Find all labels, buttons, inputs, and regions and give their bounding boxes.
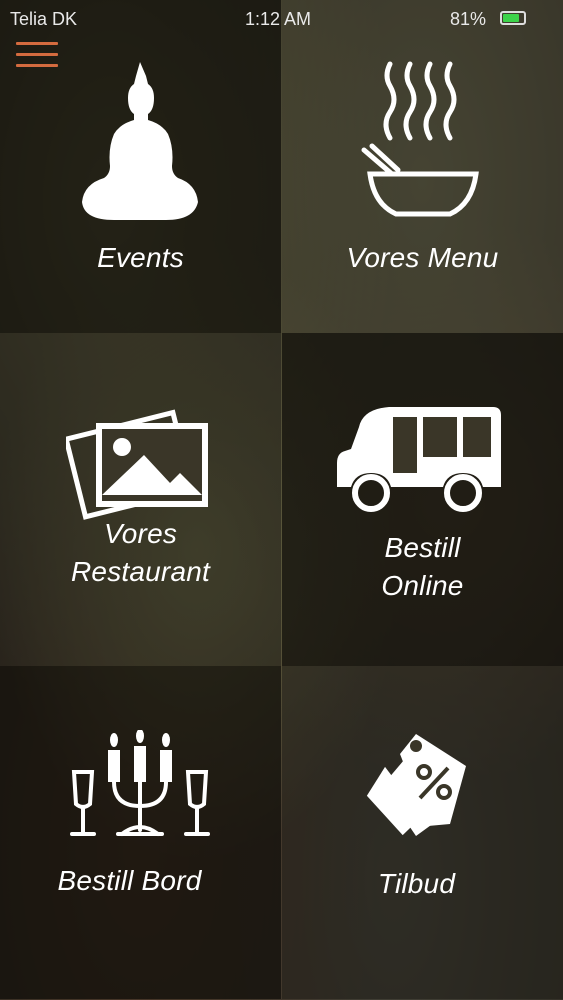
tile-label: Vores Menu	[346, 242, 499, 273]
signal-carrier: Telia DK	[10, 9, 78, 29]
tile-bestill-bord[interactable]: Bestill Bord	[0, 666, 281, 999]
tile-label-line-1: Bestill	[384, 532, 461, 563]
menu-button[interactable]	[16, 40, 58, 68]
photos-icon	[65, 409, 208, 520]
tile-label-line-1: Vores	[103, 518, 178, 549]
tile-bestill-online[interactable]: Bestill Online	[282, 333, 563, 666]
hamburger-menu-icon	[16, 53, 58, 56]
discount-tag-icon	[366, 734, 466, 836]
candles-glasses-icon	[69, 730, 210, 836]
tile-label: Events	[97, 242, 184, 273]
tile-label: Tilbud	[377, 868, 456, 899]
status-bar: Telia DK 1:12 AM 81%	[0, 0, 563, 38]
tile-label: Bestill Bord	[57, 865, 202, 896]
tile-tilbud[interactable]: Tilbud	[282, 666, 563, 999]
hamburger-menu-icon	[16, 42, 58, 45]
noodle-bowl-icon	[361, 61, 479, 217]
battery-percent: 81%	[450, 9, 487, 29]
menu-grid: Events Vores Menu Vores Restaurant Besti…	[0, 0, 563, 1000]
tile-vores-menu[interactable]: Vores Menu	[282, 0, 563, 333]
hamburger-menu-icon	[16, 64, 58, 67]
status-time: 1:12 AM	[245, 9, 312, 29]
tuk-tuk-icon	[336, 407, 501, 512]
tile-vores-restaurant[interactable]: Vores Restaurant	[0, 333, 281, 666]
battery-fill	[503, 14, 519, 22]
tile-label-line-2: Restaurant	[71, 556, 210, 587]
buddha-icon	[81, 62, 198, 220]
tile-label-line-2: Online	[381, 570, 464, 601]
battery-icon	[500, 11, 526, 25]
